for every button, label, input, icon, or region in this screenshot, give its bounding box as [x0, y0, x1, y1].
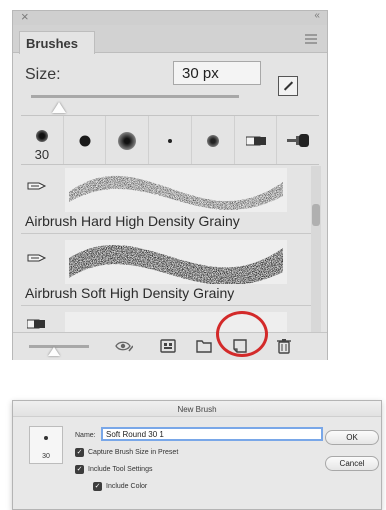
brush-item[interactable]: Airbrush Soft High Density Grainy [21, 238, 311, 306]
small-round-brush-icon [168, 139, 173, 143]
dialog-title: New Brush [13, 401, 381, 417]
cancel-button[interactable]: Cancel [325, 456, 379, 471]
preset-small-round[interactable] [149, 116, 192, 164]
size-slider-thumb[interactable] [52, 102, 66, 113]
recent-brush-presets: 30 [21, 115, 319, 165]
checkbox-checked-icon: ✓ [75, 464, 84, 474]
airbrush-tip-icon [287, 134, 310, 147]
scrollbar-thumb[interactable] [312, 204, 320, 226]
panel-menu-icon[interactable] [305, 34, 317, 46]
preset-soft-round[interactable]: 30 [21, 116, 64, 164]
panel-tab-row: Brushes [13, 25, 327, 54]
preset-soft-round-medium[interactable] [192, 116, 235, 164]
capture-size-checkbox[interactable]: ✓ Capture Brush Size in Preset [75, 446, 178, 458]
soft-round-medium-brush-icon [206, 135, 219, 147]
name-field[interactable] [101, 427, 323, 441]
highlight-circle [216, 311, 268, 357]
brush-list-scrollbar[interactable] [311, 166, 321, 332]
checkbox-checked-icon: ✓ [93, 481, 102, 491]
checkbox-label: Include Tool Settings [88, 465, 153, 473]
brush-name: Airbrush Soft High Density Grainy [25, 285, 235, 301]
airbrush-icon [27, 182, 47, 190]
trash-icon[interactable] [275, 338, 293, 354]
brush-preview-thumbnail: 30 [29, 426, 63, 464]
brush-name: Airbrush Hard High Density Grainy [25, 213, 240, 229]
visibility-brush-icon[interactable] [115, 338, 133, 354]
include-color-checkbox[interactable]: ✓ Include Color [93, 480, 147, 492]
checkbox-label: Capture Brush Size in Preset [88, 448, 179, 456]
airbrush-icon [27, 254, 47, 262]
soft-round-brush-icon [44, 436, 48, 440]
panel-footer [13, 332, 327, 360]
hard-round-brush-icon [79, 135, 91, 147]
preset-airbrush[interactable] [277, 116, 319, 164]
brush-stroke-preview [65, 168, 287, 212]
soft-round-large-brush-icon [118, 132, 137, 150]
checkbox-label: Include Color [106, 482, 148, 490]
name-label: Name: [75, 432, 96, 439]
include-tool-settings-checkbox[interactable]: ✓ Include Tool Settings [75, 463, 152, 475]
collapse-icon[interactable]: ‹‹ [314, 10, 320, 21]
preset-size-label: 30 [34, 147, 50, 162]
preset-hard-round[interactable] [64, 116, 107, 164]
preview-size-slider-thumb[interactable] [48, 347, 60, 356]
preset-soft-round-large[interactable] [106, 116, 150, 164]
tab-brushes[interactable]: Brushes [19, 31, 95, 54]
size-input[interactable] [173, 61, 261, 85]
close-icon[interactable]: × [21, 9, 29, 24]
brush-stroke-preview [65, 240, 287, 286]
new-brush-dialog: New Brush 30 Name: ✓ Capture Brush Size … [12, 400, 382, 510]
size-label: Size: [25, 66, 61, 83]
preset-flat[interactable] [235, 116, 278, 164]
brushes-panel: × ‹‹ Brushes Size: 30 px 30 Airbrush Har… [12, 9, 328, 360]
brush-list: Airbrush Hard High Density Grainy Airbru… [21, 166, 311, 332]
flat-brush-icon [27, 319, 45, 329]
soft-round-brush-icon [35, 130, 48, 142]
panel-titlebar: × ‹‹ [13, 9, 327, 25]
size-slider-track[interactable] [31, 95, 239, 98]
brush-resize-icon[interactable] [278, 76, 298, 96]
folder-icon[interactable] [195, 338, 213, 354]
ok-button[interactable]: OK [325, 430, 379, 445]
brush-item[interactable]: Airbrush Hard High Density Grainy [21, 166, 311, 234]
brush-presets-icon[interactable] [159, 338, 177, 354]
flat-brush-icon [245, 136, 266, 146]
preview-size-label: 30 [42, 453, 50, 460]
checkbox-checked-icon: ✓ [75, 447, 84, 457]
